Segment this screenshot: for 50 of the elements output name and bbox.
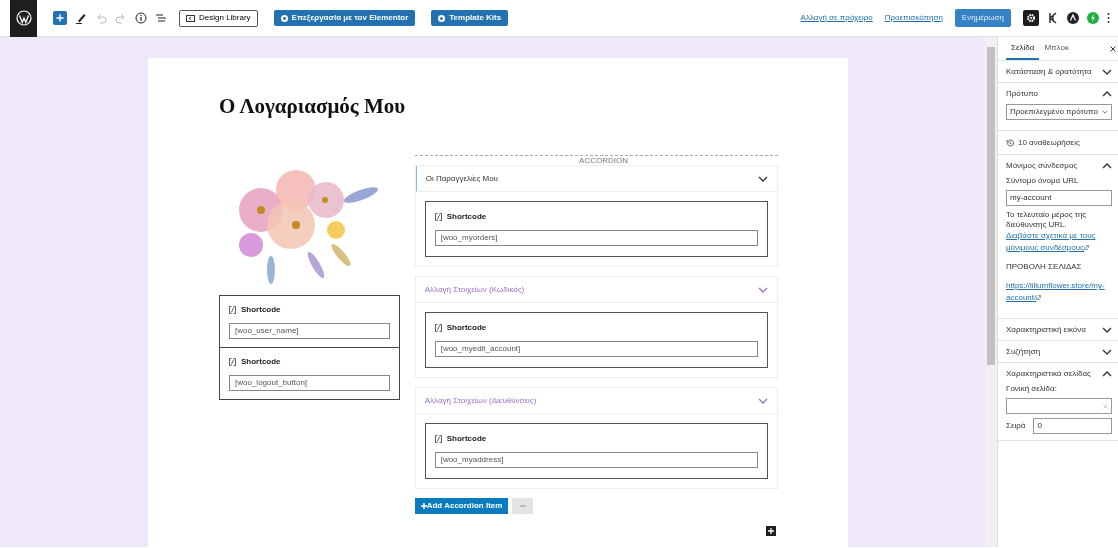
shortcode-label: Shortcode	[241, 356, 281, 369]
permalink-link[interactable]: https://liliumflower.store/my-account/	[1006, 280, 1112, 304]
panel-title: Πρότυπο	[1006, 88, 1039, 99]
shortcode-field[interactable]: [woo_myaddress]	[434, 452, 758, 469]
sidebar-tab[interactable]: Μπλοκ	[1039, 37, 1074, 60]
update-button[interactable]: Ενημέρωση	[954, 9, 1011, 27]
accordion-header[interactable]: Αλλαγή Στοιχείων (Κωδικός)	[415, 277, 777, 304]
panel-title: Μόνιμος σύνδεσμος	[1006, 160, 1078, 171]
shortcode-field[interactable]: [woo_logout_button]	[229, 375, 390, 392]
accordion-title: Οι Παραγγελίες Μου	[425, 172, 498, 185]
shortcode-label: Shortcode	[446, 211, 487, 224]
add-accordion-item-button[interactable]: Add Accordion Item	[414, 498, 509, 515]
order-label: Σειρά	[1006, 421, 1026, 431]
template-kits-button[interactable]: Template Kits	[431, 10, 509, 26]
revisions-link[interactable]: 10 αναθεωρήσεις	[1018, 138, 1080, 148]
shortcode-label: Shortcode	[446, 433, 487, 446]
switch-to-draft-link[interactable]: Αλλαγή σε πρόχειρο	[800, 12, 873, 24]
design-library-button[interactable]: Design Library	[179, 9, 258, 27]
field-label: Γονική σελίδα:	[1006, 384, 1058, 394]
accordion-header[interactable]: Οι Παραγγελίες Μου	[415, 166, 777, 193]
accordion-header[interactable]: Αλλαγή Στοιχείων (Διευθύνσεις)	[415, 388, 777, 415]
accordion-title: Αλλαγή Στοιχείων (Διευθύνσεις)	[424, 394, 537, 407]
panel-header[interactable]: Κατάσταση & ορατότητα	[1006, 61, 1112, 82]
sidebar-tab[interactable]: Σελίδα	[1006, 37, 1040, 60]
accordion-label: ACCORDION	[414, 155, 778, 166]
preview-link[interactable]: Προεπισκόπηση	[884, 12, 943, 24]
panel-title: Συζήτηση	[1006, 346, 1041, 357]
permalink-link[interactable]: Διαβάστε σχετικά με τους μόνιμους συνδέσμους	[1006, 230, 1112, 254]
panel-header[interactable]: Πρότυπο	[1006, 83, 1112, 104]
panel-header[interactable]: Χαρακτηριστικά σελίδας	[1006, 363, 1112, 384]
order-input[interactable]: 0	[1033, 418, 1112, 434]
field-label: Σύντομο όνομα URL	[1006, 176, 1080, 186]
page-title: Ο Λογαριασμός Μου	[219, 94, 407, 120]
panel-header[interactable]: Μόνιμος σύνδεσμος	[1006, 155, 1112, 176]
help-text: Το τελευταίο μέρος της διεύθυνσης URL.	[1006, 210, 1088, 230]
panel-header[interactable]: Συζήτηση	[1006, 341, 1112, 362]
shortcode-field[interactable]: [woo_myorders]	[434, 230, 758, 247]
shortcode-label: Shortcode	[241, 304, 281, 317]
panel-title: Κατάσταση & ορατότητα	[1006, 66, 1092, 77]
panel-title: Χαρακτηριστικά σελίδας	[1006, 368, 1091, 379]
panel-title: Χαρακτηριστική εικόνα	[1006, 324, 1086, 335]
shortcode-field[interactable]: [woo_user_name]	[229, 323, 390, 340]
shortcode-field[interactable]: [woo_myedit_account]	[434, 341, 758, 358]
shortcode-label: Shortcode	[446, 322, 487, 335]
slug-input[interactable]: my-account	[1006, 190, 1112, 206]
elementor-button[interactable]: Επεξεργασία με τον Elementor	[273, 10, 416, 26]
panel-header[interactable]: Χαρακτηριστική εικόνα	[1006, 319, 1112, 340]
template-select[interactable]: Προεπιλεγμένο πρότυπο	[1006, 104, 1112, 120]
section-heading: ΠΡΟΒΟΛΗ ΣΕΛΙΔΑΣ	[1006, 262, 1083, 272]
accordion-title: Αλλαγή Στοιχείων (Κωδικός)	[424, 283, 525, 296]
